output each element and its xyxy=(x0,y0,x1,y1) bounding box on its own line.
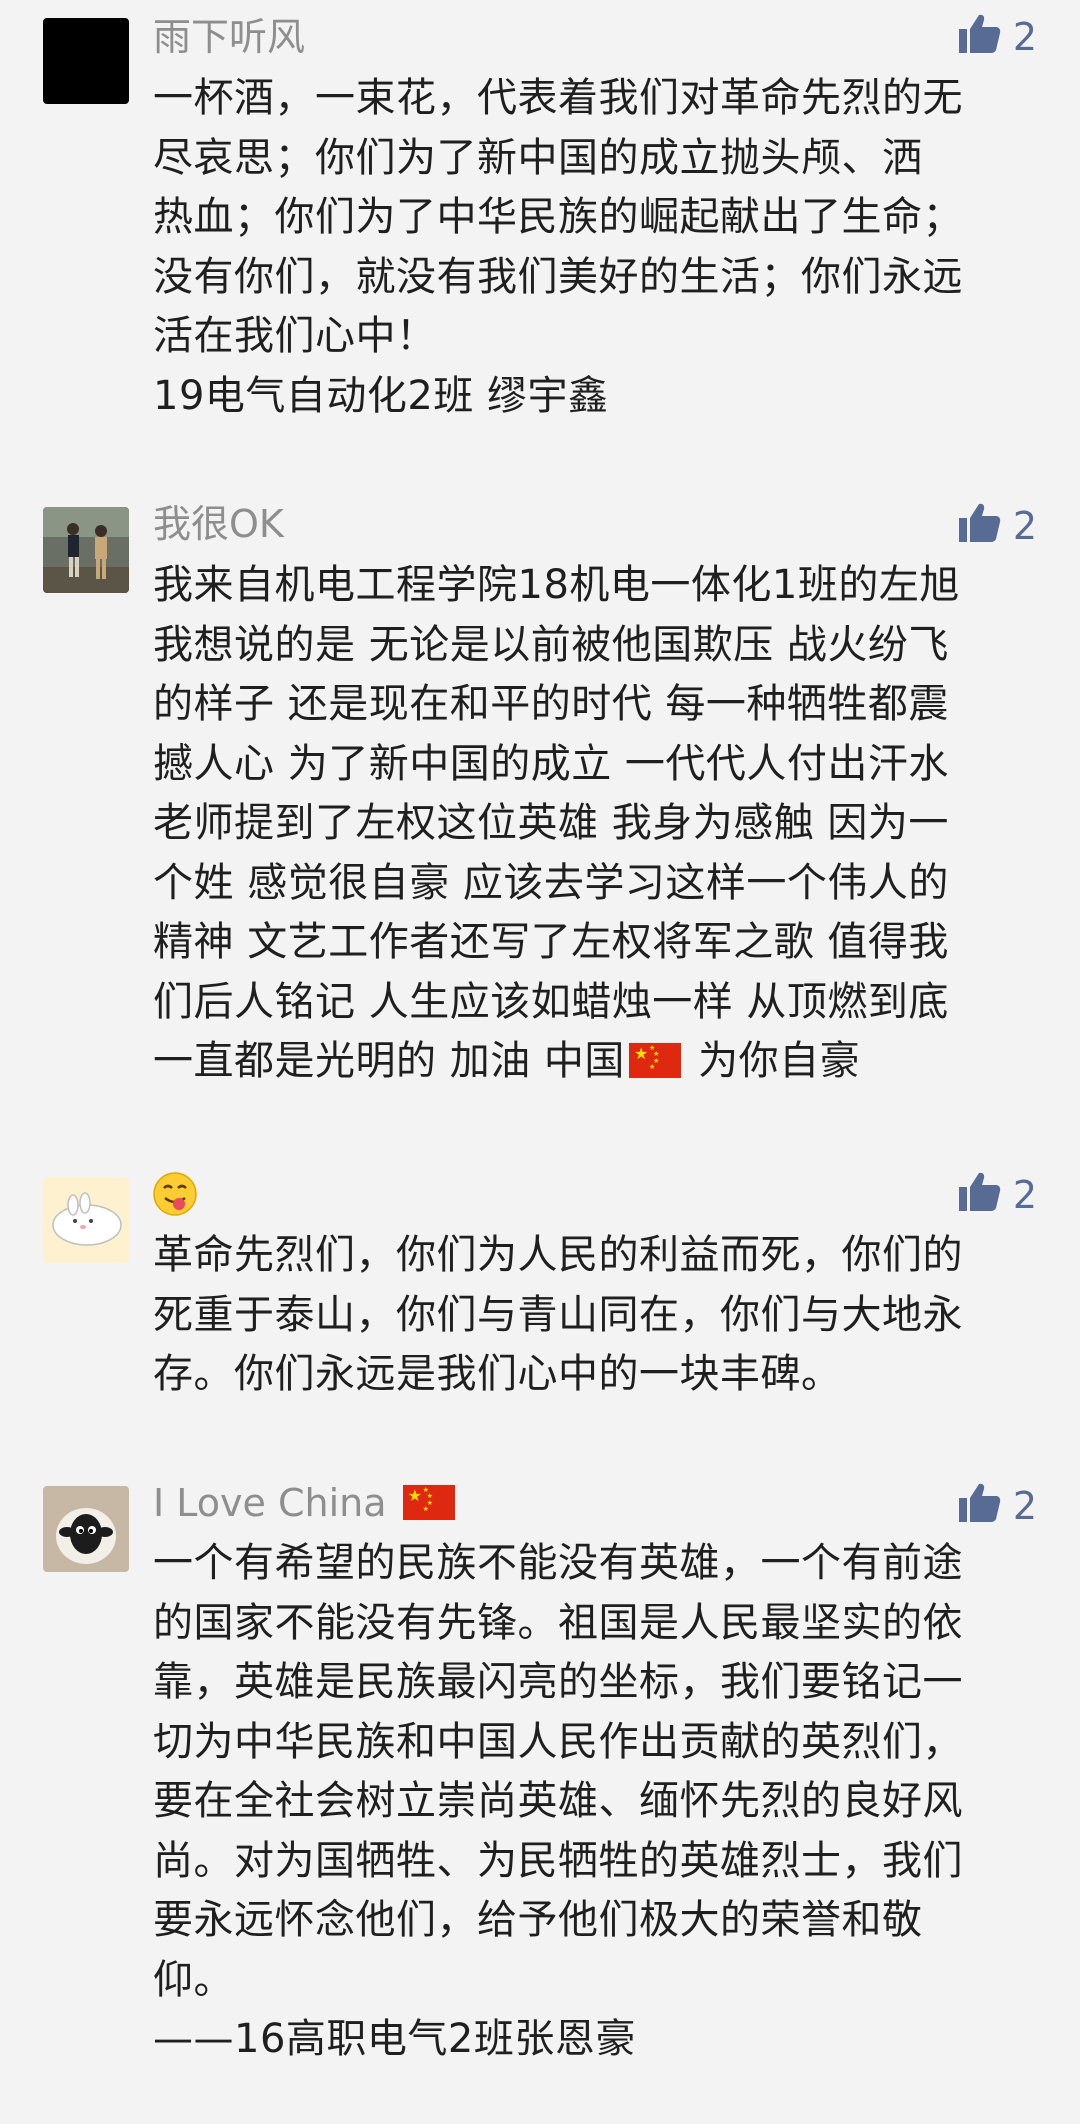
comment-text: 我来自机电工程学院18机电一体化1班的左旭 我想说的是 无论是以前被他国欺压 战… xyxy=(153,556,1053,1092)
like-button[interactable]: 2 xyxy=(957,1483,1037,1528)
nickname-text: I Love China xyxy=(153,1481,387,1525)
avatar[interactable] xyxy=(43,507,129,593)
comment-text: 革命先烈们，你们为人民的利益而死，你们的 死重于泰山，你们与青山同在，你们与大地… xyxy=(153,1232,963,1397)
nickname[interactable]: 雨下听风 xyxy=(153,15,305,59)
like-count: 2 xyxy=(1012,504,1037,548)
thumbs-up-icon xyxy=(957,1169,1013,1222)
comment-text: 一个有希望的民族不能没有英雄，一个有前途 的国家不能没有先锋。祖国是人民最坚实的… xyxy=(153,1540,963,2062)
thumbs-up-icon xyxy=(957,11,1013,64)
like-button[interactable]: 2 xyxy=(957,503,1037,548)
comment-text: 一杯酒，一束花，代表着我们对革命先烈的无 尽哀思；你们为了新中国的成立抛头颅、洒… xyxy=(153,75,963,419)
avatar[interactable] xyxy=(43,1177,129,1263)
comment-text-part: 我来自机电工程学院18机电一体化1班的左旭 我想说的是 无论是以前被他国欺压 战… xyxy=(153,562,960,1084)
like-count: 2 xyxy=(1012,15,1037,59)
thumbs-up-icon xyxy=(957,500,1013,553)
like-count: 2 xyxy=(1012,1173,1037,1217)
like-button[interactable]: 2 xyxy=(957,14,1037,59)
thumbs-up-icon xyxy=(957,1480,1013,1533)
avatar[interactable] xyxy=(43,1486,129,1572)
nickname[interactable]: I Love China ★ ★ ★ ★ ★ xyxy=(153,1481,459,1525)
avatar[interactable] xyxy=(43,18,129,104)
nickname[interactable] xyxy=(153,1172,197,1225)
like-count: 2 xyxy=(1012,1484,1037,1528)
comment-text-part: 为你自豪 xyxy=(684,1038,861,1084)
like-button[interactable]: 2 xyxy=(957,1172,1037,1217)
yum-face-emoji xyxy=(153,1172,197,1225)
nickname[interactable]: 我很OK xyxy=(153,502,284,546)
china-flag-emoji: ★ ★ ★ ★ ★ xyxy=(402,1485,455,1520)
china-flag-emoji: ★ ★ ★ ★ ★ xyxy=(628,1043,681,1078)
